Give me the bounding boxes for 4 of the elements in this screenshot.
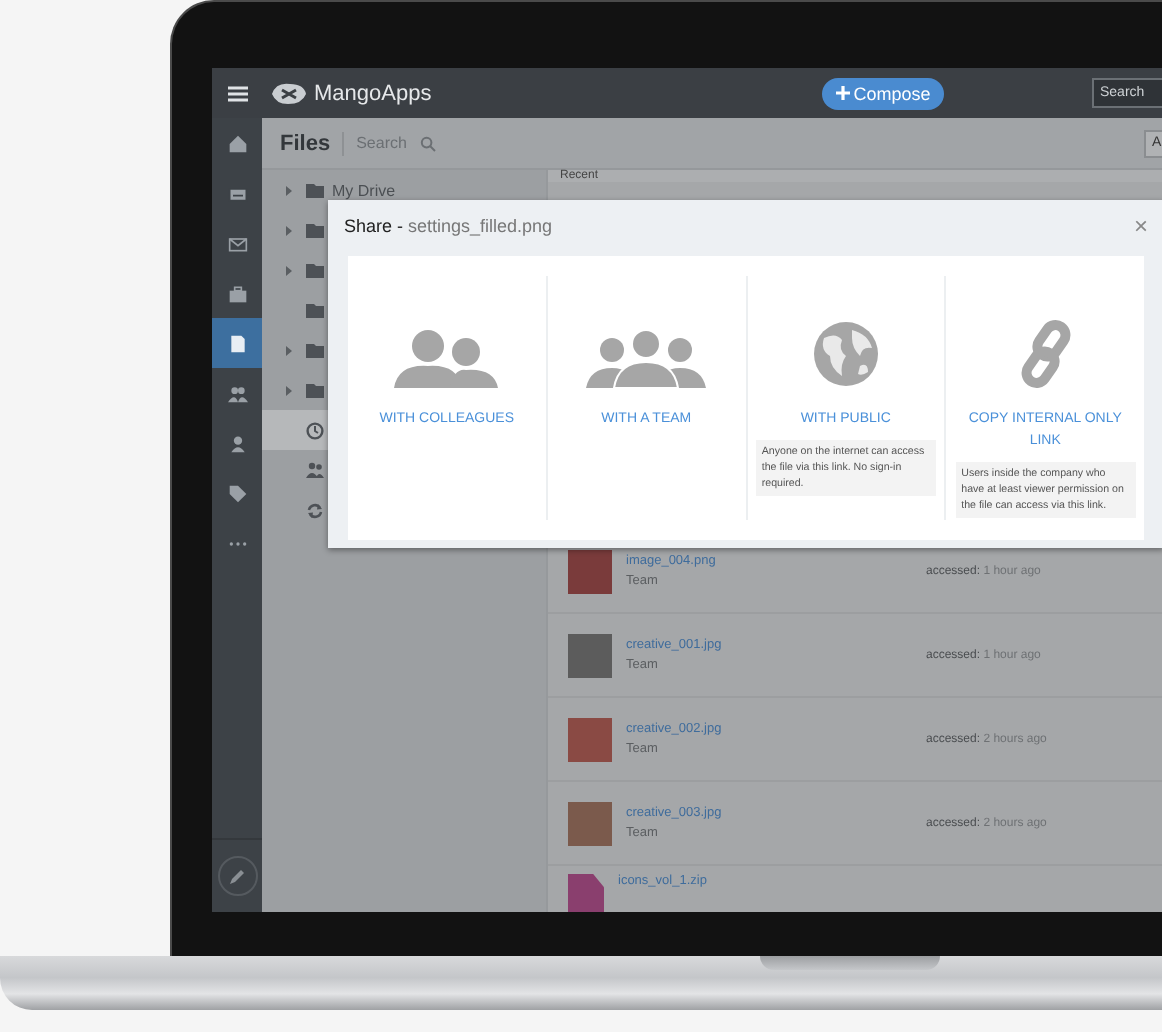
dialog-title: Share - settings_filled.png xyxy=(344,216,553,236)
page-title: Files xyxy=(280,131,345,155)
tree-label: My Drive xyxy=(332,181,396,199)
app-name: MangoApps xyxy=(314,81,432,105)
